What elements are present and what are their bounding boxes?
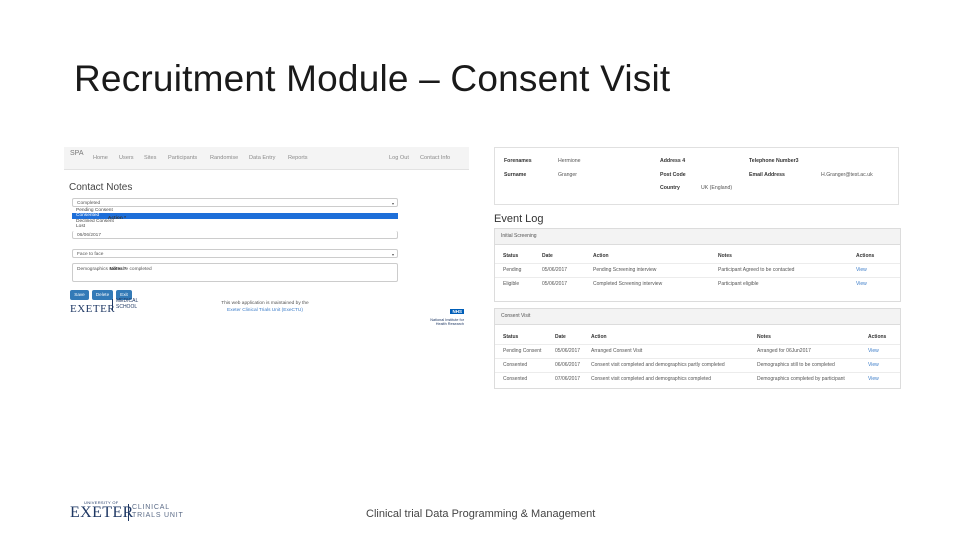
table-row: Consented 07/06/2017 Consent visit compl… xyxy=(495,372,900,386)
event-log-heading: Event Log xyxy=(494,213,544,225)
nhs-badge: NHS xyxy=(450,309,464,314)
contact-method-select[interactable]: Face to face ▾ xyxy=(72,249,398,258)
slide-title: Recruitment Module – Consent Visit xyxy=(74,58,671,99)
medical-school-text: MEDICAL SCHOOL xyxy=(112,298,138,310)
nav-item-log-out[interactable]: Log Out xyxy=(389,155,409,161)
consent-visit-panel: Consent Visit Status Date Action Notes A… xyxy=(494,308,901,389)
action-label: Action * xyxy=(107,216,126,221)
exeter-logo-word: EXETER xyxy=(70,303,116,315)
exeter-medical-school-logo: EXETER MEDICAL SCHOOL xyxy=(70,298,138,317)
table-row: Pending 05/06/2017 Pending Screening int… xyxy=(495,263,900,277)
table-row: Eligible 05/06/2017 Completed Screening … xyxy=(495,277,900,291)
chevron-down-icon: ▾ xyxy=(391,201,394,206)
forenames-label: Forenames xyxy=(504,158,532,164)
status-option-lost[interactable]: Lost xyxy=(72,224,398,229)
status-select-value: Completed xyxy=(77,201,101,206)
table-row: Consented 06/06/2017 Consent visit compl… xyxy=(495,358,900,372)
maintained-by-text: This web application is maintained by th… xyxy=(210,300,320,314)
view-link[interactable]: View xyxy=(856,278,867,291)
email-value: H.Granger@test.ac.uk xyxy=(821,172,873,178)
email-label: Email Address xyxy=(749,172,785,178)
postcode-label: Post Code xyxy=(660,172,686,178)
date-input-value: 06/06/2017 xyxy=(77,233,102,238)
address4-label: Address 4 xyxy=(660,158,686,164)
surname-label: Surname xyxy=(504,172,527,178)
view-link[interactable]: View xyxy=(868,373,879,386)
nav-item-participants[interactable]: Participants xyxy=(168,155,197,161)
participant-details-panel: Forenames Hermione Address 4 Telephone N… xyxy=(494,147,899,205)
nav-item-home[interactable]: Home xyxy=(93,155,108,161)
view-link[interactable]: View xyxy=(856,264,867,277)
view-link[interactable]: View xyxy=(868,359,879,372)
initial-screening-heading: Initial Screening xyxy=(495,229,900,245)
surname-value: Granger xyxy=(558,172,578,178)
nav-item-contact-info[interactable]: Contact Info xyxy=(420,155,450,161)
nihr-logo: NHS National Institute for Health Resear… xyxy=(430,309,464,327)
exectu-link[interactable]: Exeter Clinical Trials Unit (ExeCTU) xyxy=(210,307,320,314)
logo-divider xyxy=(128,504,129,521)
forenames-value: Hermione xyxy=(558,158,581,164)
country-label: Country xyxy=(660,185,680,191)
notes-textarea[interactable]: Demographics still to be completed xyxy=(72,263,398,282)
nav-item-data-entry[interactable]: Data Entry xyxy=(249,155,275,161)
nav-item-reports[interactable]: Reports xyxy=(288,155,308,161)
contact-notes-heading: Contact Notes xyxy=(69,182,133,193)
initial-screening-panel: Initial Screening Status Date Action Not… xyxy=(494,228,901,302)
telephone-label: Telephone Number3 xyxy=(749,158,799,164)
status-select[interactable]: Completed ▾ xyxy=(72,198,398,207)
nav-item-users[interactable]: Users xyxy=(119,155,134,161)
slide-footer-text: Clinical trial Data Programming & Manage… xyxy=(366,508,596,520)
nav-item-randomise[interactable]: Randomise xyxy=(210,155,238,161)
nav-brand[interactable]: SPA xyxy=(70,150,84,157)
top-navbar: SPA Home Users Sites Participants Random… xyxy=(64,147,469,170)
contact-method-value: Face to face xyxy=(77,252,104,257)
notes-value: Demographics still to be completed xyxy=(77,267,152,272)
date-input[interactable]: 06/06/2017 xyxy=(72,231,398,239)
table-header-row: Status Date Action Notes Actions xyxy=(503,334,887,340)
consent-visit-heading: Consent Visit xyxy=(495,309,900,325)
table-row: Pending Consent 05/06/2017 Arranged Cons… xyxy=(495,344,900,358)
table-header-row: Status Date Action Notes Actions xyxy=(503,253,875,259)
view-link[interactable]: View xyxy=(868,345,879,358)
country-value: UK (England) xyxy=(701,185,733,191)
nav-item-sites[interactable]: Sites xyxy=(144,155,156,161)
chevron-down-icon: ▾ xyxy=(391,252,394,257)
